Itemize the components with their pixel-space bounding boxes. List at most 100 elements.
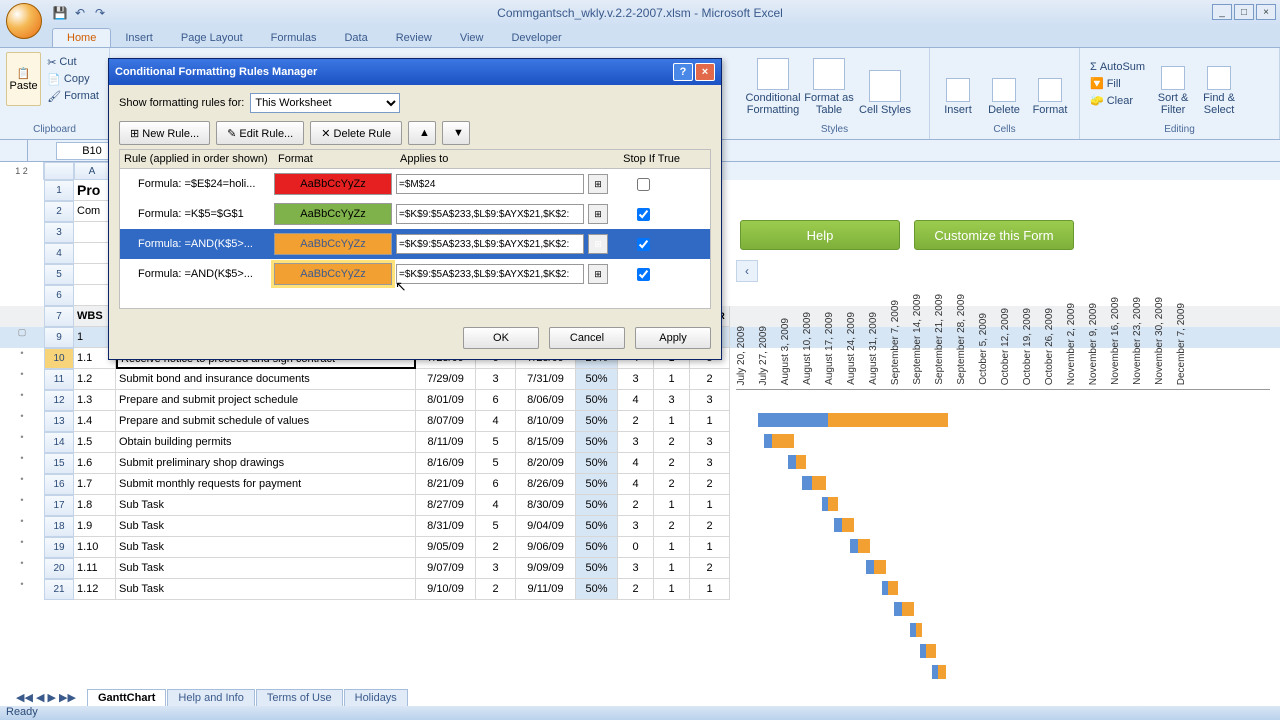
table-row[interactable]: •201.11Sub Task9/07/0939/09/0950%312: [0, 558, 1280, 579]
new-rule-button[interactable]: ⊞ New Rule...: [119, 121, 210, 145]
dialog-close-button[interactable]: ×: [695, 63, 715, 81]
ok-button[interactable]: OK: [463, 327, 539, 349]
table-row[interactable]: •171.8Sub Task8/27/0948/30/0950%211: [0, 495, 1280, 516]
dialog-help-button[interactable]: ?: [673, 63, 693, 81]
row-header[interactable]: 7: [44, 306, 74, 327]
insert-cells-button[interactable]: Insert: [936, 52, 980, 116]
tab-data[interactable]: Data: [330, 29, 381, 47]
office-button[interactable]: [6, 3, 42, 39]
table-row[interactable]: •151.6Submit preliminary shop drawings8/…: [0, 453, 1280, 474]
format-as-table-button[interactable]: Format as Table: [802, 52, 856, 116]
table-row[interactable]: •131.4Prepare and submit schedule of val…: [0, 411, 1280, 432]
table-row[interactable]: •121.3Prepare and submit project schedul…: [0, 390, 1280, 411]
dialog-titlebar[interactable]: Conditional Formatting Rules Manager ? ×: [109, 59, 721, 85]
format-painter-button[interactable]: 🖌 Format: [43, 89, 103, 104]
clear-button[interactable]: 🧽 Clear: [1086, 93, 1149, 108]
row-header[interactable]: 13: [44, 411, 74, 432]
cut-button[interactable]: ✂ Cut: [43, 55, 103, 70]
save-icon[interactable]: 💾: [52, 5, 68, 21]
autosum-button[interactable]: Σ AutoSum: [1086, 60, 1149, 74]
move-down-button[interactable]: ▼: [442, 121, 470, 145]
row-header[interactable]: 6: [44, 285, 74, 306]
cell-styles-button[interactable]: Cell Styles: [858, 52, 912, 116]
sheet-tab[interactable]: Help and Info: [167, 689, 254, 706]
row-header[interactable]: 5: [44, 264, 74, 285]
stop-if-true-checkbox[interactable]: [637, 268, 650, 281]
table-row[interactable]: •191.10Sub Task9/05/0929/06/0950%011: [0, 537, 1280, 558]
tab-view[interactable]: View: [446, 29, 498, 47]
nav-back-button[interactable]: ‹: [736, 260, 758, 282]
range-selector-icon[interactable]: ⊞: [588, 234, 608, 254]
row-header[interactable]: 12: [44, 390, 74, 411]
row-header[interactable]: 19: [44, 537, 74, 558]
tab-page-layout[interactable]: Page Layout: [167, 29, 257, 47]
range-selector-icon[interactable]: ⊞: [588, 174, 608, 194]
rules-list[interactable]: Formula: =$E$24=holi...AaBbCcYyZz=$M$24⊞…: [119, 169, 711, 309]
tab-home[interactable]: Home: [52, 28, 111, 47]
sort-filter-button[interactable]: Sort & Filter: [1151, 52, 1195, 116]
row-header[interactable]: 15: [44, 453, 74, 474]
row-header[interactable]: 20: [44, 558, 74, 579]
rule-row[interactable]: Formula: =AND(K$5>...AaBbCcYyZz=$K$9:$5A…: [120, 229, 710, 259]
undo-icon[interactable]: ↶: [72, 5, 88, 21]
format-cells-button[interactable]: Format: [1028, 52, 1072, 116]
apply-button[interactable]: Apply: [635, 327, 711, 349]
outline-controls[interactable]: [0, 140, 28, 162]
help-button[interactable]: Help: [740, 220, 900, 250]
row-header[interactable]: 17: [44, 495, 74, 516]
row-header[interactable]: 1: [44, 180, 74, 201]
restore-button[interactable]: □: [1234, 4, 1254, 20]
minimize-button[interactable]: _: [1212, 4, 1232, 20]
fill-button[interactable]: 🔽 Fill: [1086, 76, 1149, 91]
row-header[interactable]: 14: [44, 432, 74, 453]
redo-icon[interactable]: ↷: [92, 5, 108, 21]
delete-rule-button[interactable]: ✕ Delete Rule: [310, 121, 402, 145]
row-header[interactable]: 2: [44, 201, 74, 222]
row-header[interactable]: 11: [44, 369, 74, 390]
select-all[interactable]: [44, 162, 74, 180]
rule-row[interactable]: Formula: =AND(K$5>...AaBbCcYyZz=$K$9:$5A…: [120, 259, 710, 289]
copy-button[interactable]: 📄 Copy: [43, 72, 103, 87]
row-header[interactable]: 3: [44, 222, 74, 243]
table-row[interactable]: •161.7Submit monthly requests for paymen…: [0, 474, 1280, 495]
row-header[interactable]: 10: [44, 348, 74, 369]
sheet-tab[interactable]: Terms of Use: [256, 689, 343, 706]
col-header[interactable]: A: [74, 162, 110, 180]
stop-if-true-checkbox[interactable]: [637, 178, 650, 191]
close-button[interactable]: ×: [1256, 4, 1276, 20]
outline-level-buttons[interactable]: 1 2: [0, 162, 44, 180]
rule-row[interactable]: Formula: =$E$24=holi...AaBbCcYyZz=$M$24⊞: [120, 169, 710, 199]
tab-review[interactable]: Review: [382, 29, 446, 47]
delete-cells-button[interactable]: Delete: [982, 52, 1026, 116]
sheet-tab[interactable]: GanttChart: [87, 689, 166, 706]
applies-to-input[interactable]: =$K$9:$5A$233,$L$9:$AYX$21,$K$2:: [396, 204, 584, 224]
move-up-button[interactable]: ▲: [408, 121, 436, 145]
tab-formulas[interactable]: Formulas: [257, 29, 331, 47]
find-select-button[interactable]: Find & Select: [1197, 52, 1241, 116]
table-row[interactable]: •211.12Sub Task9/10/0929/11/0950%211: [0, 579, 1280, 600]
conditional-formatting-button[interactable]: Conditional Formatting: [746, 52, 800, 116]
cancel-button[interactable]: Cancel: [549, 327, 625, 349]
table-row[interactable]: •181.9Sub Task8/31/0959/04/0950%322: [0, 516, 1280, 537]
row-header[interactable]: 21: [44, 579, 74, 600]
rule-row[interactable]: Formula: =K$5=$G$1AaBbCcYyZz=$K$9:$5A$23…: [120, 199, 710, 229]
show-rules-select[interactable]: This Worksheet: [250, 93, 400, 113]
paste-button[interactable]: 📋Paste: [6, 52, 41, 106]
customize-button[interactable]: Customize this Form: [914, 220, 1074, 250]
row-header[interactable]: 16: [44, 474, 74, 495]
stop-if-true-checkbox[interactable]: [637, 208, 650, 221]
row-header[interactable]: 9: [44, 327, 74, 348]
applies-to-input[interactable]: =$K$9:$5A$233,$L$9:$AYX$21,$K$2:: [396, 264, 584, 284]
applies-to-input[interactable]: =$M$24: [396, 174, 584, 194]
sheet-tab[interactable]: Holidays: [344, 689, 408, 706]
stop-if-true-checkbox[interactable]: [637, 238, 650, 251]
range-selector-icon[interactable]: ⊞: [588, 204, 608, 224]
edit-rule-button[interactable]: ✎ Edit Rule...: [216, 121, 304, 145]
table-row[interactable]: •141.5Obtain building permits8/11/0958/1…: [0, 432, 1280, 453]
tab-developer[interactable]: Developer: [497, 29, 575, 47]
range-selector-icon[interactable]: ⊞: [588, 264, 608, 284]
applies-to-input[interactable]: =$K$9:$5A$233,$L$9:$AYX$21,$K$2:: [396, 234, 584, 254]
row-header[interactable]: 18: [44, 516, 74, 537]
tab-insert[interactable]: Insert: [111, 29, 167, 47]
row-header[interactable]: 4: [44, 243, 74, 264]
